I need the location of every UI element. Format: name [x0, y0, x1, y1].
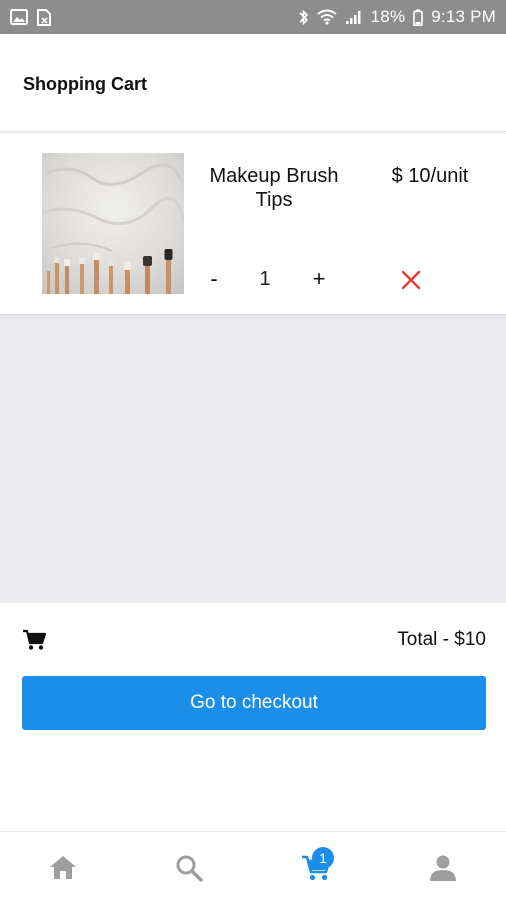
nav-home[interactable]	[0, 832, 126, 901]
product-image[interactable]	[42, 153, 184, 294]
quantity-value: 1	[259, 268, 271, 290]
profile-icon	[430, 855, 456, 881]
cart-icon	[22, 629, 47, 656]
home-icon	[50, 856, 76, 879]
decrease-quantity-button[interactable]: -	[200, 262, 228, 296]
status-right: 18% 9:13 PM	[299, 7, 496, 27]
nav-search[interactable]	[126, 832, 252, 901]
battery-percentage: 18%	[370, 7, 406, 26]
checkout-button[interactable]: Go to checkout	[22, 676, 486, 730]
nav-profile[interactable]	[380, 832, 506, 901]
product-name: Makeup Brush Tips	[209, 165, 339, 211]
product-price: $ 10/unit	[391, 165, 469, 187]
search-icon	[176, 855, 203, 882]
cart-item: Makeup Brush Tips $ 10/unit - 1 +	[0, 134, 506, 315]
battery-icon	[413, 9, 424, 26]
remove-item-button[interactable]	[398, 267, 424, 293]
increase-quantity-button[interactable]: +	[305, 262, 333, 296]
cart-total: Total - $10	[397, 629, 486, 650]
clock: 9:13 PM	[431, 7, 496, 26]
cart-count-badge: 1	[312, 847, 334, 869]
makeup-brushes-photo-icon	[42, 153, 184, 294]
status-left	[10, 8, 52, 26]
cart-summary: Total - $10 Go to checkout	[0, 603, 506, 831]
close-icon	[401, 270, 421, 290]
status-bar: 18% 9:13 PM	[0, 0, 506, 34]
page-title: Shopping Cart	[23, 74, 147, 94]
app-header: Shopping Cart	[0, 34, 506, 132]
gallery-notification-icon	[10, 9, 28, 25]
cart-list-background	[0, 315, 506, 603]
wifi-icon	[317, 9, 337, 25]
bottom-navigation	[0, 831, 506, 901]
bluetooth-icon	[299, 9, 309, 26]
signal-icon	[345, 9, 363, 25]
app-notification-icon	[36, 8, 52, 26]
